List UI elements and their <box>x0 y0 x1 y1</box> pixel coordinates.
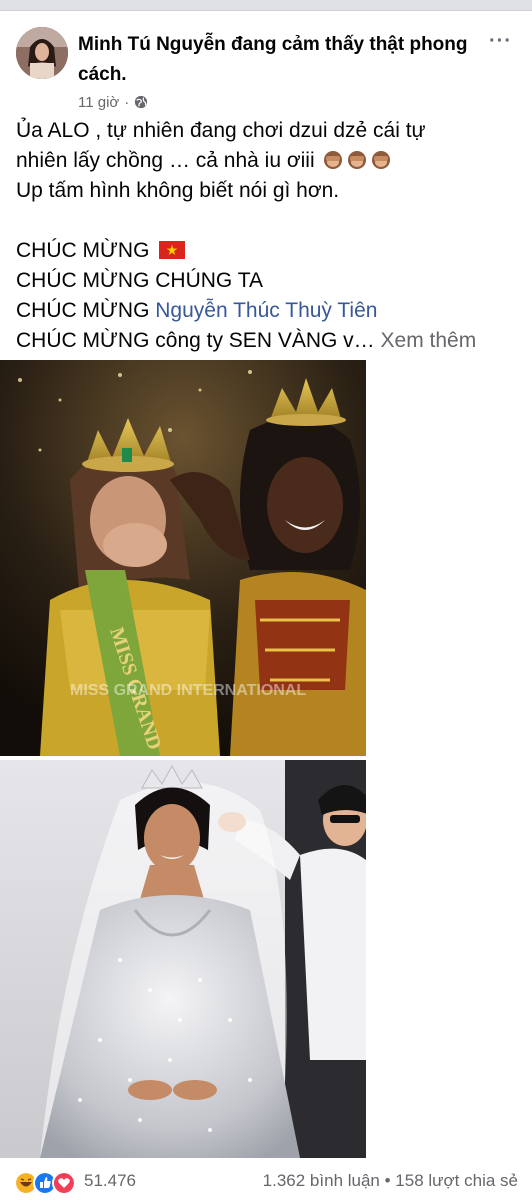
bride-photo <box>0 760 366 1158</box>
see-no-evil-monkey-icon <box>348 151 367 169</box>
post-body: Ủa ALO , tự nhiên đang chơi dzui dzẻ cái… <box>16 116 516 356</box>
see-more-link[interactable]: Xem thêm <box>375 329 477 352</box>
post-line-with-emoji: nhiên lấy chồng … cả nhà iu ơiii <box>16 146 516 176</box>
globe-icon <box>135 95 148 109</box>
post-photo-bride[interactable] <box>0 760 366 1158</box>
post-time[interactable]: 11 giờ <box>78 94 119 111</box>
post-photo-crowning[interactable]: MISS GRAND MISS GRAND INTERNATIONAL <box>0 360 366 756</box>
reaction-icons[interactable] <box>14 1171 76 1195</box>
post-line-with-mention: CHÚC MỪNG Nguyễn Thúc Thuỳ Tiên <box>16 296 516 326</box>
see-no-evil-monkey-icon <box>372 151 391 169</box>
post-line: Ủa ALO , tự nhiên đang chơi dzui dzẻ cái… <box>16 119 426 142</box>
post-line-with-flag: CHÚC MỪNG <box>16 236 516 266</box>
crowning-photo: MISS GRAND MISS GRAND INTERNATIONAL <box>0 360 366 756</box>
post-line-with-see-more: CHÚC MỪNG công ty SEN VÀNG v… Xem thêm <box>16 326 516 356</box>
post-footer: 51.476 1.362 bình luận • 158 lượt chia s… <box>0 1168 532 1200</box>
more-options-icon[interactable]: ··· <box>489 30 512 53</box>
post-line-text: CHÚC MỪNG <box>16 239 150 262</box>
post-line: CHÚC MỪNG CHÚNG TA <box>16 269 263 292</box>
meta-separator: · <box>124 93 130 111</box>
post-meta: 11 giờ · <box>78 92 148 112</box>
reaction-count[interactable]: 51.476 <box>84 1171 136 1191</box>
see-no-evil-monkey-icon <box>324 151 343 169</box>
author-name[interactable]: Minh Tú Nguyễn <box>78 34 226 55</box>
photo-gap <box>366 360 532 1158</box>
photo-watermark: MISS GRAND INTERNATIONAL <box>70 682 306 699</box>
mention-link[interactable]: Nguyễn Thúc Thuỳ Tiên <box>155 299 377 322</box>
love-reaction-icon <box>52 1171 76 1195</box>
post-line-text: CHÚC MỪNG <box>16 299 156 322</box>
vietnam-flag-icon <box>159 241 186 259</box>
post-line-text: CHÚC MỪNG công ty SEN VÀNG v… <box>16 329 375 352</box>
divider <box>0 10 532 11</box>
post-line: Up tấm hình không biết nói gì hơn. <box>16 179 340 202</box>
top-status-strip <box>0 0 532 10</box>
avatar-photo <box>16 27 68 79</box>
post-line-text: nhiên lấy chồng … cả nhà iu ơiii <box>16 149 315 172</box>
post-author-line: Minh Tú Nguyễn đang cảm thấy thật phong … <box>78 30 468 90</box>
comments-shares-count[interactable]: 1.362 bình luận • 158 lượt chia sẻ <box>263 1171 518 1191</box>
author-avatar[interactable] <box>16 27 68 79</box>
